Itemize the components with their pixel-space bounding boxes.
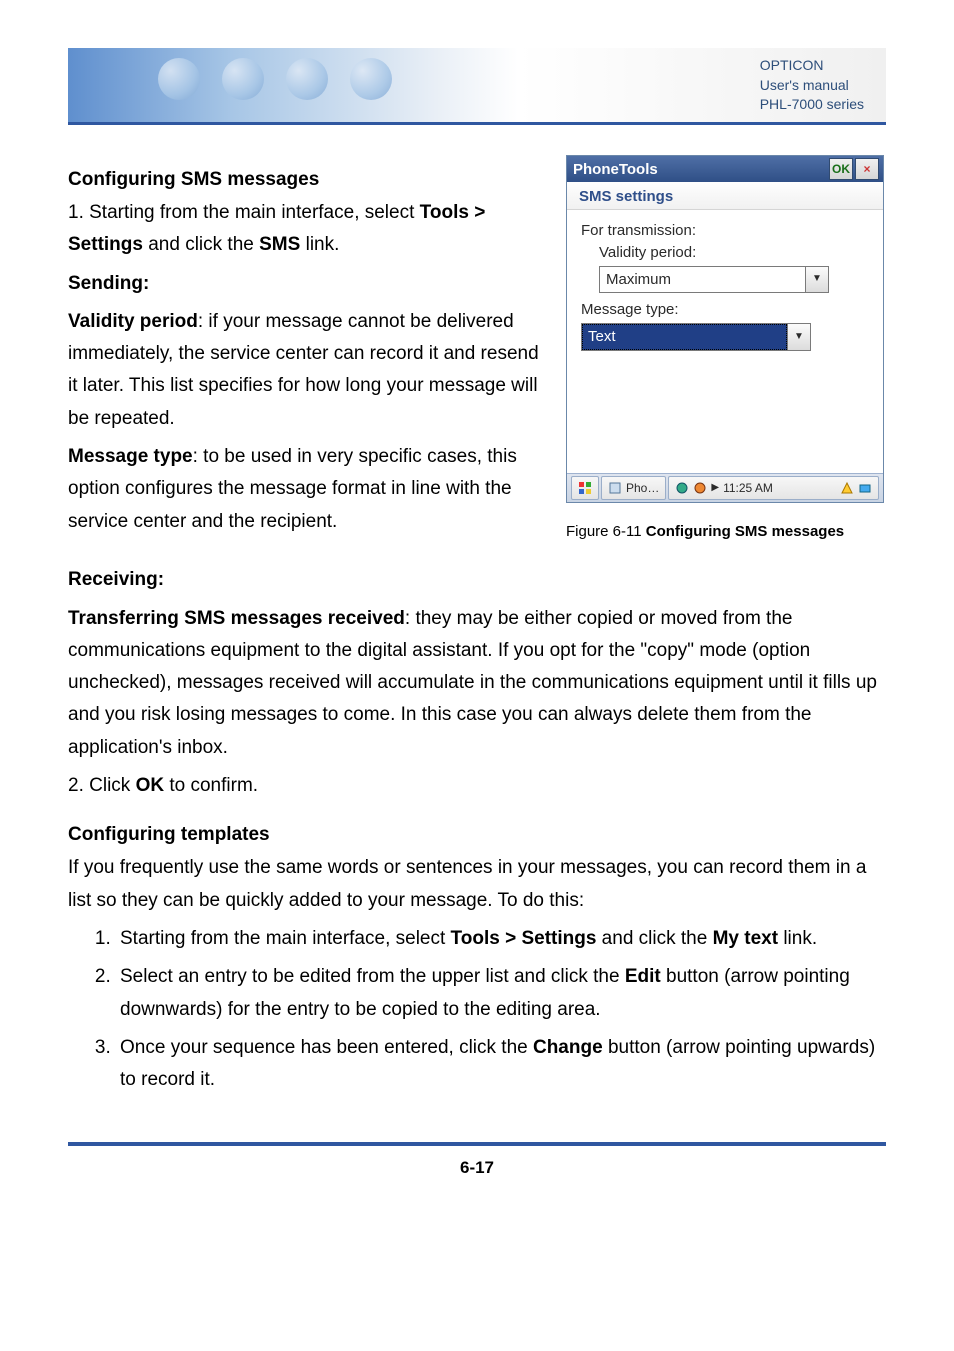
app-icon (608, 481, 622, 495)
banner-line-2: User's manual (760, 76, 864, 96)
screenshot-sms-settings: PhoneTools OK × SMS settings For transmi… (566, 155, 884, 503)
tray-icon-3 (840, 481, 854, 495)
template-step-3: Once your sequence has been entered, cli… (116, 1032, 886, 1097)
heading-configuring-sms: Configuring SMS messages (68, 169, 542, 191)
figure-caption: Figure 6-11 Configuring SMS messages (566, 519, 886, 545)
message-type-dropdown[interactable]: Text ▼ (581, 323, 811, 351)
panel-title: SMS settings (567, 182, 883, 210)
template-step-1: Starting from the main interface, select… (116, 923, 886, 955)
ok-button[interactable]: OK (829, 158, 853, 180)
receiving-label: Receiving: (68, 564, 886, 596)
tray-icon-2 (693, 481, 707, 495)
tray-icon-4 (858, 481, 872, 495)
clock-text: 11:25 AM (723, 481, 773, 495)
template-step-2: Select an entry to be edited from the up… (116, 961, 886, 1026)
start-button[interactable] (571, 476, 599, 500)
receiving-text: Transferring SMS messages received: they… (68, 603, 886, 764)
banner-line-1: OPTICON (760, 56, 864, 76)
window-title: PhoneTools (573, 161, 658, 178)
validity-label: Validity period: (599, 242, 869, 264)
taskbar: Pho… ▶ 11:25 AM (567, 473, 883, 502)
close-button[interactable]: × (855, 158, 879, 180)
heading-configuring-templates: Configuring templates (68, 824, 886, 846)
tray-icon-1 (675, 481, 689, 495)
sending-label: Sending: (68, 268, 542, 300)
tray[interactable]: ▶ 11:25 AM (668, 476, 879, 500)
step-1-text: 1. Starting from the main interface, sel… (68, 197, 542, 262)
template-steps-list: Starting from the main interface, select… (68, 923, 886, 1096)
header-banner: OPTICON User's manual PHL-7000 series (68, 48, 886, 125)
start-icon (578, 481, 592, 495)
step-2-text: 2. Click OK to confirm. (68, 770, 886, 802)
page-footer: 6-17 (68, 1142, 886, 1178)
banner-graphic (158, 58, 392, 100)
validity-value: Maximum (599, 266, 806, 294)
templates-intro: If you frequently use the same words or … (68, 852, 886, 917)
message-type-value: Text (581, 323, 788, 351)
banner-line-3: PHL-7000 series (760, 95, 864, 115)
page-number: 6-17 (460, 1158, 494, 1177)
message-type-text: Message type: to be used in very specifi… (68, 441, 542, 538)
validity-period-text: Validity period: if your message cannot … (68, 306, 542, 435)
validity-dropdown[interactable]: Maximum ▼ (599, 266, 829, 294)
chevron-down-icon[interactable]: ▼ (806, 266, 829, 294)
message-type-label: Message type: (581, 299, 869, 321)
chevron-down-icon[interactable]: ▼ (788, 323, 811, 351)
window-titlebar: PhoneTools OK × (567, 156, 883, 182)
task-app-button[interactable]: Pho… (601, 476, 666, 500)
banner-text: OPTICON User's manual PHL-7000 series (760, 56, 864, 115)
for-transmission-label: For transmission: (581, 220, 869, 242)
